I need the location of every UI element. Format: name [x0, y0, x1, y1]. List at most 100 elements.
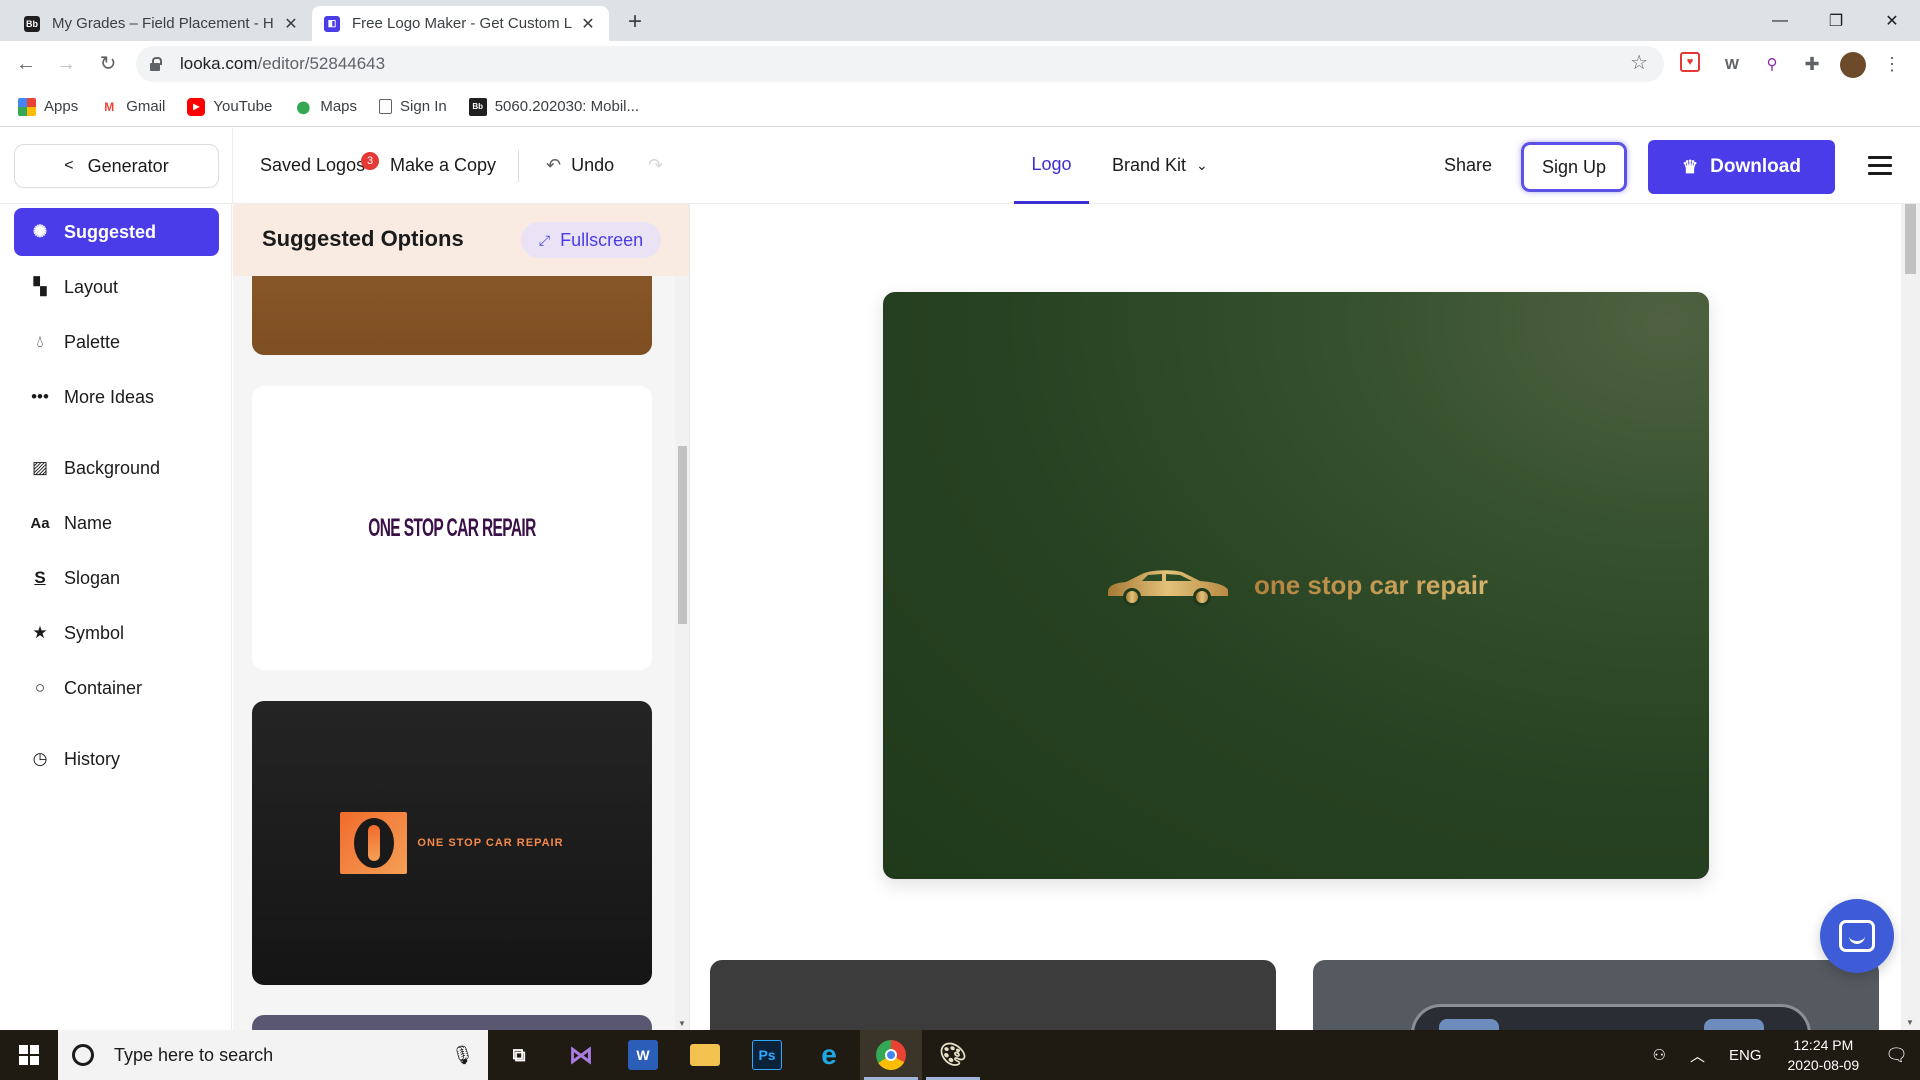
sidebar-item-slogan[interactable]: S Slogan: [14, 554, 219, 602]
share-button[interactable]: Share: [1444, 155, 1492, 176]
chrome-menu-icon[interactable]: ⋮: [1880, 52, 1904, 76]
extensions-puzzle-icon[interactable]: ✚: [1800, 52, 1824, 76]
show-hidden-icons-chevron-icon[interactable]: ︿: [1690, 1045, 1705, 1066]
extension-w-icon[interactable]: W: [1720, 52, 1744, 76]
sidebar-item-container[interactable]: ○ Container: [14, 664, 219, 712]
mockup-preview-card[interactable]: [1313, 960, 1879, 1030]
bookmark-apps[interactable]: Apps: [18, 97, 78, 116]
task-view-icon[interactable]: ⧉: [488, 1030, 550, 1080]
hamburger-menu-icon[interactable]: [1868, 156, 1892, 176]
close-tab-icon[interactable]: ✕: [579, 14, 597, 34]
logo-canvas-area: one stop car repair ▼: [691, 204, 1920, 1030]
download-button[interactable]: ♛ Download: [1648, 140, 1835, 194]
logo-option-card[interactable]: [252, 1015, 652, 1030]
url-path: /editor/52844643: [257, 54, 386, 73]
generator-button[interactable]: < Generator: [14, 144, 219, 188]
logo-option-card[interactable]: ONE STOP CAR REPAIR: [252, 701, 652, 985]
paint-icon[interactable]: 🎨︎: [922, 1030, 984, 1080]
forward-arrow-icon[interactable]: →: [50, 48, 82, 80]
notifications-icon[interactable]: 🗨︎: [1885, 1045, 1908, 1066]
minimize-icon[interactable]: —: [1752, 0, 1808, 41]
bookmark-gmail[interactable]: M Gmail: [100, 98, 165, 116]
extension-search-icon[interactable]: ⚲: [1760, 52, 1784, 76]
sidebar-item-label: Background: [64, 457, 161, 478]
microphone-icon[interactable]: 🎙︎: [451, 1045, 474, 1066]
people-icon[interactable]: ⚇: [1653, 1046, 1666, 1064]
chat-icon: [1839, 920, 1875, 952]
scroll-down-arrow-icon[interactable]: ▼: [1906, 1018, 1914, 1027]
language-indicator[interactable]: ENG: [1729, 1047, 1762, 1064]
youtube-icon: ▶: [187, 97, 206, 116]
make-copy-button[interactable]: Make a Copy: [390, 155, 496, 176]
bookmark-label: 5060.202030: Mobil...: [494, 98, 639, 115]
sidebar-item-more-ideas[interactable]: ••• More Ideas: [14, 373, 219, 421]
undo-button[interactable]: ↶ Undo: [546, 155, 614, 176]
redo-arrow-icon[interactable]: ↷: [648, 155, 663, 176]
droplet-icon: 💧︎: [36, 332, 44, 351]
sidebar-item-name[interactable]: Aa Name: [14, 499, 219, 547]
tab-title: Free Logo Maker - Get Custom L: [352, 15, 573, 32]
bookmark-sign-in[interactable]: Sign In: [379, 98, 447, 115]
sidebar-item-suggested[interactable]: ✺ Suggested: [14, 208, 219, 256]
back-arrow-icon[interactable]: ←: [10, 48, 42, 80]
fullscreen-label: Fullscreen: [560, 229, 644, 250]
close-tab-icon[interactable]: ✕: [282, 14, 300, 34]
main-logo-preview[interactable]: one stop car repair: [883, 292, 1709, 879]
layout-icon: ▚: [33, 277, 47, 296]
sidebar-item-palette[interactable]: 💧︎ Palette: [14, 318, 219, 366]
extension-pocket-icon[interactable]: ♥: [1680, 52, 1700, 72]
mockup-preview-card[interactable]: [710, 960, 1276, 1030]
download-label: Download: [1710, 156, 1801, 177]
chat-support-button[interactable]: [1820, 899, 1894, 973]
profile-avatar[interactable]: [1840, 52, 1866, 78]
main-logo-text: one stop car repair: [1253, 570, 1489, 600]
address-bar[interactable]: looka.com/editor/52844643 ☆: [136, 46, 1664, 82]
windows-start-button[interactable]: [0, 1030, 58, 1080]
sidebar-item-label: Slogan: [64, 567, 121, 588]
photoshop-icon[interactable]: Ps: [736, 1030, 798, 1080]
fullscreen-button[interactable]: ⤢ Fullscreen: [521, 222, 661, 258]
taskbar-search-box[interactable]: Type here to search 🎙︎: [58, 1030, 488, 1080]
bookmark-blackboard[interactable]: Bb 5060.202030: Mobil...: [468, 97, 639, 116]
tab-my-grades[interactable]: Bb My Grades – Field Placement - H ✕: [12, 6, 312, 41]
clock-time: 12:24 PM: [1793, 1037, 1854, 1053]
undo-arrow-icon: ↶: [546, 155, 562, 175]
sidebar-item-background[interactable]: ▨ Background: [14, 444, 219, 492]
divider: [232, 128, 233, 204]
editor-sidebar: ✺ Suggested ▚ Layout 💧︎ Palette ••• More…: [0, 204, 232, 1030]
suggested-options-panel: Suggested Options ⤢ Fullscreen ONE STOP …: [233, 204, 690, 1030]
scrollbar-thumb[interactable]: [1905, 204, 1916, 274]
bookmark-youtube[interactable]: ▶ YouTube: [187, 97, 272, 116]
logo-option-card[interactable]: ONE STOP CAR REPAIR: [252, 386, 652, 670]
bookmark-star-icon[interactable]: ☆: [1630, 50, 1648, 75]
cortana-circle-icon: [72, 1044, 94, 1066]
sidebar-item-label: History: [64, 748, 121, 769]
tab-looka[interactable]: ◧ Free Logo Maker - Get Custom L ✕: [312, 6, 609, 41]
panel-scrollbar[interactable]: ▼: [675, 276, 689, 1030]
visual-studio-icon[interactable]: ⋈: [550, 1030, 612, 1080]
bookmark-maps[interactable]: ⬤ Maps: [294, 98, 357, 116]
saved-logos-button[interactable]: Saved Logos: [260, 155, 365, 176]
blackboard-favicon-icon: Bb: [24, 15, 40, 32]
sidebar-item-symbol[interactable]: ★ Symbol: [14, 609, 219, 657]
main-scrollbar[interactable]: ▼: [1901, 204, 1920, 1030]
file-explorer-icon[interactable]: [674, 1030, 736, 1080]
new-tab-plus-icon[interactable]: +: [620, 8, 650, 38]
chrome-taskbar-icon[interactable]: [860, 1030, 922, 1080]
sidebar-item-layout[interactable]: ▚ Layout: [14, 263, 219, 311]
undo-label: Undo: [571, 155, 615, 175]
word-icon[interactable]: W: [612, 1030, 674, 1080]
font-aa-icon: Aa: [30, 514, 50, 532]
tab-logo[interactable]: Logo: [1014, 128, 1089, 204]
scroll-down-arrow-icon[interactable]: ▼: [678, 1019, 686, 1028]
clock[interactable]: 12:24 PM 2020-08-09: [1788, 1035, 1860, 1075]
sidebar-item-history[interactable]: ◷ History: [14, 735, 219, 783]
reload-icon[interactable]: ↻: [92, 48, 124, 80]
internet-explorer-icon[interactable]: e: [798, 1030, 860, 1080]
scrollbar-thumb[interactable]: [678, 446, 687, 624]
restore-icon[interactable]: ❐: [1808, 0, 1864, 41]
car-symbol-icon: [1107, 569, 1228, 606]
close-window-icon[interactable]: ✕: [1864, 0, 1920, 41]
sign-up-button[interactable]: Sign Up: [1521, 142, 1627, 192]
tab-brand-kit[interactable]: Brand Kit ⌄: [1112, 155, 1208, 176]
